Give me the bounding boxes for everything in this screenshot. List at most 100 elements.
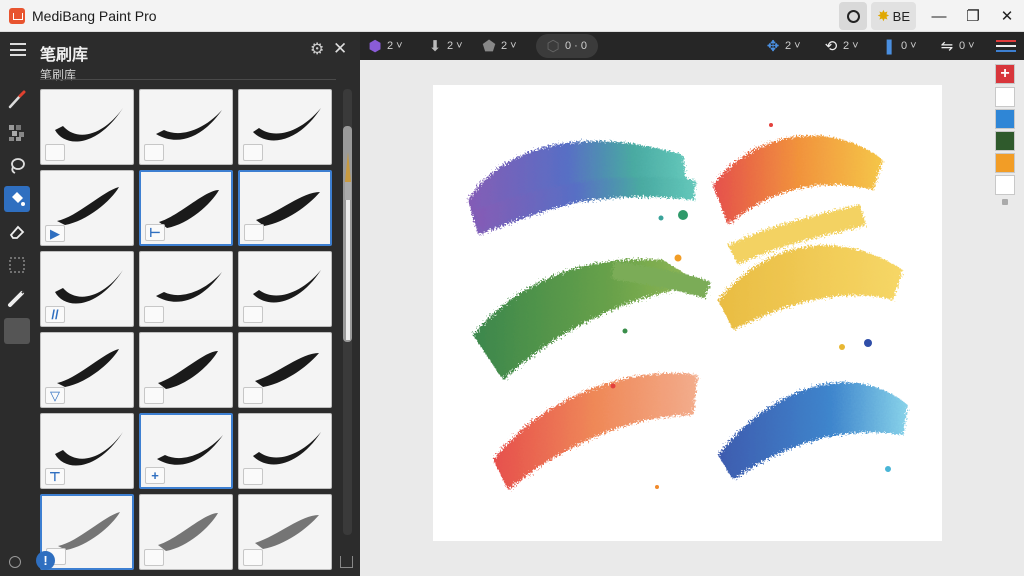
color-stack-icon	[996, 39, 1016, 53]
brush-stroke-preview-icon	[253, 108, 321, 141]
brush-tag	[243, 144, 263, 161]
toolbar-item[interactable]: ⟲ 2 ˅	[822, 34, 859, 58]
lasso-icon	[11, 158, 25, 174]
brush-tile[interactable]	[238, 170, 332, 246]
tool-brush[interactable]	[4, 87, 30, 113]
sun-icon: ✸	[877, 8, 890, 25]
arrow-down-icon: ⬇	[428, 38, 442, 55]
brush-tile[interactable]	[238, 494, 332, 570]
toolbar-item[interactable]: ⬟ 2 ˅	[480, 34, 517, 58]
close-window-button[interactable]: ✕	[990, 0, 1024, 32]
chevron-down-icon: ˅	[510, 40, 517, 52]
brush-stroke-preview-icon	[57, 349, 119, 387]
rotate-icon: ⟲	[824, 38, 838, 55]
toolbar-item[interactable]: ✥ 2 ˅	[764, 34, 801, 58]
tool-pen[interactable]	[4, 285, 30, 311]
app-logo-icon	[9, 8, 25, 24]
color-swatch[interactable]	[995, 131, 1015, 151]
brush-tag: //	[45, 306, 65, 323]
tool-lasso[interactable]	[4, 153, 30, 179]
toolbar-item[interactable]: ⇋ 0 ˅	[938, 34, 975, 58]
brush-stroke-preview-icon	[255, 515, 319, 549]
info-icon[interactable]	[9, 556, 21, 568]
maximize-button[interactable]: ❐	[956, 0, 990, 32]
theme-button[interactable]: ✸ BE	[871, 2, 916, 30]
brush-stroke-preview-icon	[55, 432, 123, 466]
panel-title: 笔刷库	[40, 47, 89, 64]
brush-stroke-preview-icon	[253, 270, 321, 303]
brush-stroke-preview-icon	[156, 272, 222, 302]
toolbar-item[interactable]: ⬇ 2 ˅	[426, 34, 463, 58]
tool-color[interactable]	[4, 318, 30, 344]
brush-badge-icon[interactable]: !	[36, 551, 55, 570]
minimize-button[interactable]: —	[922, 0, 956, 32]
brush-stroke-preview-icon	[158, 351, 218, 389]
brush-tile[interactable]	[139, 494, 233, 570]
brush-tag	[243, 387, 263, 404]
brush-tile[interactable]: ⊤	[40, 413, 134, 489]
close-panel-icon[interactable]: ✕	[333, 40, 349, 58]
tool-pattern[interactable]	[4, 120, 30, 146]
circle-icon	[846, 9, 860, 23]
hamburger-menu-icon[interactable]	[10, 43, 26, 56]
gear-icon[interactable]: ⚙	[310, 42, 326, 58]
brush-tag	[144, 144, 164, 161]
brush-tile[interactable]	[40, 89, 134, 165]
color-swatch[interactable]	[995, 87, 1015, 107]
color-swatch[interactable]	[995, 109, 1015, 129]
add-color-button[interactable]: +	[995, 64, 1015, 84]
brush-tile[interactable]: ▽	[40, 332, 134, 408]
brush-stroke-preview-icon	[158, 513, 218, 551]
brush-tile[interactable]: ▶	[40, 170, 134, 246]
brush-tag: ⊢	[145, 224, 165, 241]
brush-tile[interactable]	[238, 251, 332, 327]
brush-tag	[244, 224, 264, 241]
toolbar-item-value: 2	[843, 40, 850, 52]
tool-eraser[interactable]	[4, 219, 30, 245]
top-toolbar: ⬢ 2 ˅ ⬇ 2 ˅ ⬟ 2 ˅ ⬡ 0 · 0 ✥ 2 ˅ ⟲ 2 ˅ ❚ 0 ˅ ⇋ 0 ˅	[360, 32, 1024, 60]
title-bar: MediBang Paint Pro ✸ BE — ❐ ✕	[0, 0, 1024, 32]
brush-tile[interactable]: //	[40, 251, 134, 327]
drawing-canvas[interactable]	[433, 85, 942, 541]
divider	[40, 79, 336, 80]
toolbar-item[interactable]: ❚ 0 ˅	[880, 34, 917, 58]
brush-tile[interactable]	[238, 332, 332, 408]
brush-tile[interactable]	[238, 89, 332, 165]
brush-tile[interactable]	[139, 89, 233, 165]
brush-tag	[243, 549, 263, 566]
brush-tile[interactable]	[139, 251, 233, 327]
brush-tag	[144, 387, 164, 404]
circle-mode-button[interactable]	[839, 2, 868, 30]
tool-layers[interactable]	[4, 252, 30, 278]
bucket-icon	[12, 192, 25, 206]
layer-stack-button[interactable]	[996, 34, 1016, 58]
color-swatch[interactable]	[995, 153, 1015, 173]
layer-color-icon: ⬢	[368, 38, 382, 55]
trash-icon[interactable]	[340, 556, 353, 568]
brush-tag: ▶	[45, 225, 65, 242]
eraser-icon	[9, 225, 25, 239]
color-swatch[interactable]	[995, 175, 1015, 195]
brush-stroke-preview-icon	[55, 108, 123, 142]
toolbar-item[interactable]: ⬢ 2 ˅	[366, 34, 402, 58]
brush-tag: ⊤	[45, 468, 65, 485]
theme-button-label: BE	[892, 8, 910, 24]
palette-more-icon[interactable]	[1002, 199, 1008, 205]
brush-tag	[45, 144, 65, 161]
toolbar-item[interactable]: ⬡ 0 · 0	[536, 34, 599, 58]
brush-tile[interactable]: +	[139, 413, 233, 489]
brush-tag: +	[145, 467, 165, 484]
panel-subtitle: 笔刷库	[40, 68, 77, 82]
brush-tile[interactable]: ⊢	[139, 170, 233, 246]
dotted-box-icon	[9, 257, 25, 273]
brush-stroke-preview-icon	[156, 110, 222, 140]
blue-brush-icon: ❚	[882, 38, 896, 55]
brush-tile[interactable]	[238, 413, 332, 489]
tool-fill[interactable]	[4, 186, 30, 212]
toolbar-item-value: 2	[447, 40, 454, 52]
paintbrush-icon	[8, 90, 26, 109]
brush-stroke-preview-icon	[253, 432, 321, 465]
brush-tile[interactable]	[139, 332, 233, 408]
brush-tag	[243, 306, 263, 323]
chevron-down-icon: ˅	[794, 40, 801, 52]
